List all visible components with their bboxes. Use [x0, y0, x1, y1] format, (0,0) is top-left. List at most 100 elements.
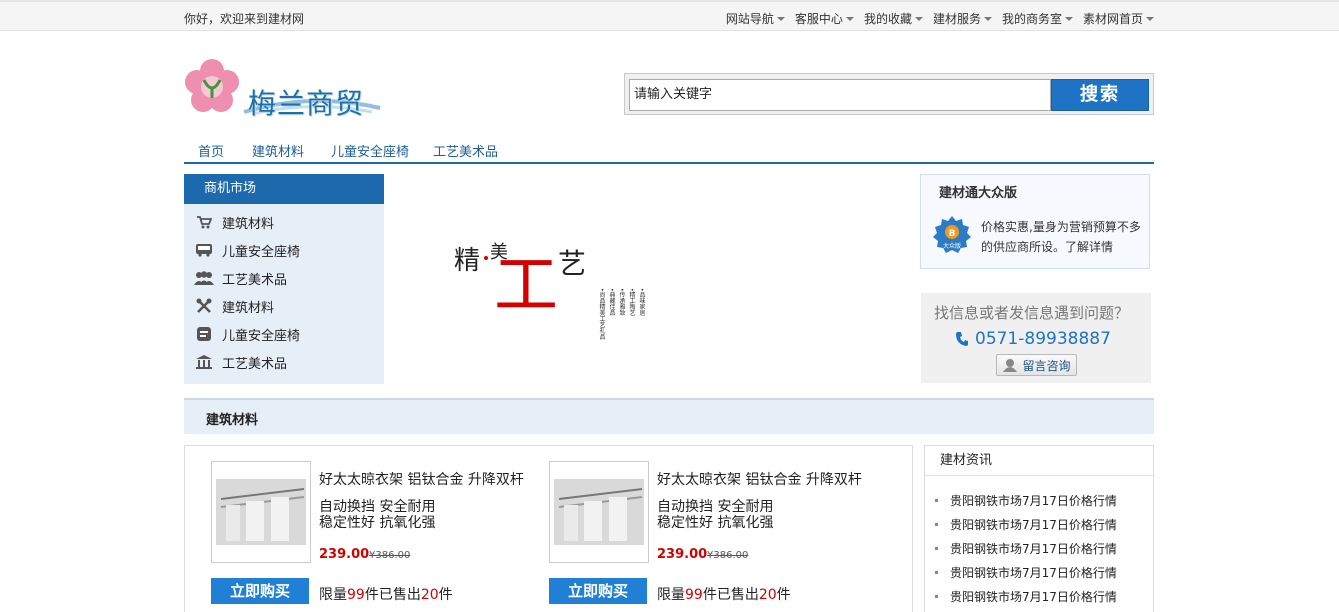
sidebar-item-building-materials[interactable]: 建筑材料 [184, 208, 384, 236]
product-old-price: ¥386.00 [707, 550, 749, 561]
section-title: 建筑材料 [206, 413, 259, 428]
nav-my-office[interactable]: 我的商务室 [1002, 10, 1073, 27]
product-limit: 限量99件已售出20件 [319, 587, 453, 603]
banner-dot [484, 256, 488, 260]
clothes-rack-image [216, 479, 306, 545]
clothes-rack-image [554, 479, 644, 545]
sidebar-item-crafts-2[interactable]: 工艺美术品 [184, 348, 384, 376]
contact-phone: 0571-89938887 [955, 329, 1111, 349]
news-item[interactable]: 贵阳钢铁市场7月17日价格行情 [935, 512, 1153, 536]
product-old-price: ¥386.00 [369, 550, 411, 561]
sidebar-item-label: 工艺美术品 [222, 272, 288, 288]
svg-text:B: B [949, 229, 956, 239]
promo-box: 建材通大众版 B 大众版 价格实惠,量身为营销预算不多的供应商所设。了解详情 [920, 174, 1150, 269]
news-item[interactable]: 贵阳钢铁市场7月17日价格行情 [935, 488, 1153, 512]
caret-down-icon [983, 16, 992, 21]
contact-box: 找信息或者发信息遇到问题？ 0571-89938887 留言咨询 [921, 293, 1151, 383]
product-name[interactable]: 好太太晾衣架 铝钛合金 升降双杆 [657, 469, 862, 489]
leave-message-button[interactable]: 留言咨询 [996, 354, 1077, 376]
product-features: 自动换挡 安全耐用 稳定性好 抗氧化强 [657, 499, 774, 531]
news-item[interactable]: 贵阳钢铁市场7月17日价格行情 [935, 560, 1153, 584]
news-item[interactable]: 贵阳钢铁市场7月17日价格行情 [935, 536, 1153, 560]
bullet-icon [935, 498, 938, 502]
hero-banner[interactable]: 精 美 工 艺 •尚品精美工艺礼品 •典藏佳品 •传承雅致 •精工陶艺 •品味家… [384, 174, 920, 384]
sidebar-item-child-seats-2[interactable]: 儿童安全座椅 [184, 320, 384, 348]
search-box: 请输入关键字 搜索 [624, 73, 1154, 115]
sidebar-item-label: 建筑材料 [222, 300, 275, 316]
caret-down-icon [914, 16, 923, 21]
section-header: 建筑材料 [184, 398, 1154, 434]
flower-logo-icon [185, 59, 239, 112]
bullet-icon [935, 570, 938, 574]
banner-char-big: 工 [494, 249, 558, 323]
caret-down-icon [776, 16, 785, 21]
nav-materials-service[interactable]: 建材服务 [933, 10, 992, 27]
product-limit: 限量99件已售出20件 [657, 587, 791, 603]
main-nav: 首页 建筑材料 儿童安全座椅 工艺美术品 [184, 136, 1154, 164]
badge-icon: B 大众版 [933, 216, 971, 253]
top-bar: 你好，欢迎来到建材网 网站导航 客服中心 我的收藏 建材服务 我的商务室 素材网… [0, 0, 1339, 31]
sidebar-item-crafts[interactable]: 工艺美术品 [184, 264, 384, 292]
banner-vertical-line: •典藏佳品 [608, 288, 615, 316]
nav-favorites[interactable]: 我的收藏 [864, 10, 923, 27]
banner-char-3: 艺 [558, 247, 587, 280]
banner-vertical-line: •品味家居 [638, 288, 645, 316]
sidebar-item-building-materials-2[interactable]: 建筑材料 [184, 292, 384, 320]
nav-material-home[interactable]: 素材网首页 [1083, 10, 1154, 27]
sidebar-item-label: 儿童安全座椅 [222, 244, 301, 260]
sidebar-item-label: 工艺美术品 [222, 356, 288, 372]
users-icon [194, 270, 214, 286]
caret-down-icon [845, 16, 854, 21]
caret-down-icon [1064, 16, 1073, 21]
main-nav-crafts[interactable]: 工艺美术品 [433, 141, 498, 160]
cart-icon [194, 214, 214, 230]
contact-question: 找信息或者发信息遇到问题？ [934, 304, 1130, 322]
banner-vertical-line: •尚品精美工艺礼品 [598, 288, 605, 340]
buy-now-button[interactable]: 立即购买 [549, 578, 647, 604]
welcome-text: 你好，欢迎来到建材网 [184, 12, 305, 26]
product-image[interactable] [211, 461, 311, 563]
sidebar-item-child-seats[interactable]: 儿童安全座椅 [184, 236, 384, 264]
product-card[interactable]: 好太太晾衣架 铝钛合金 升降双杆 自动换挡 安全耐用 稳定性好 抗氧化强 239… [211, 461, 531, 611]
sidebar-title: 商机市场 [184, 174, 384, 204]
search-input[interactable]: 请输入关键字 [629, 79, 1051, 111]
product-price: 239.00 [319, 547, 370, 562]
banner-vertical-line: •传承雅致 [618, 288, 625, 316]
product-image[interactable] [549, 461, 649, 563]
banner-char-1: 精 [454, 246, 481, 276]
buy-now-button[interactable]: 立即购买 [211, 578, 309, 604]
banner-vertical-line: •精工陶艺 [628, 288, 635, 316]
news-panel: 建材资讯 贵阳钢铁市场7月17日价格行情 贵阳钢铁市场7月17日价格行情 贵阳钢… [924, 445, 1154, 612]
search-button[interactable]: 搜索 [1051, 79, 1149, 111]
product-price: 239.00 [657, 547, 708, 562]
svg-text:大众版: 大众版 [943, 242, 961, 250]
product-card[interactable]: 好太太晾衣架 铝钛合金 升降双杆 自动换挡 安全耐用 稳定性好 抗氧化强 239… [549, 461, 869, 611]
product-panel: 好太太晾衣架 铝钛合金 升降双杆 自动换挡 安全耐用 稳定性好 抗氧化强 239… [184, 445, 913, 612]
promo-text: 价格实惠,量身为营销预算不多的供应商所设。了解详情 [981, 220, 1141, 254]
sidebar-item-label: 建筑材料 [222, 216, 275, 232]
sidebar-item-label: 儿童安全座椅 [222, 328, 301, 344]
nav-service-center[interactable]: 客服中心 [795, 10, 854, 27]
bank-icon [194, 354, 214, 370]
product-name[interactable]: 好太太晾衣架 铝钛合金 升降双杆 [319, 469, 524, 489]
bullet-icon [935, 522, 938, 526]
phone-icon [956, 332, 968, 346]
tools-icon [194, 298, 214, 314]
chat-user-icon [1003, 359, 1018, 372]
caret-down-icon [1146, 16, 1154, 21]
banner-vertical-text: •尚品精美工艺礼品 •典藏佳品 •传承雅致 •精工陶艺 •品味家居 [598, 288, 788, 340]
main-nav-building-materials[interactable]: 建筑材料 [252, 141, 304, 160]
blog-icon [194, 326, 214, 342]
site-logo[interactable]: 梅兰商贸 [184, 56, 394, 126]
nav-site-guide[interactable]: 网站导航 [726, 10, 785, 27]
top-nav: 网站导航 客服中心 我的收藏 建材服务 我的商务室 素材网首页 [716, 10, 1154, 27]
main-nav-child-seats[interactable]: 儿童安全座椅 [331, 141, 409, 160]
bus-icon [194, 242, 214, 258]
product-features: 自动换挡 安全耐用 稳定性好 抗氧化强 [319, 499, 436, 531]
news-title: 建材资讯 [925, 446, 1153, 476]
main-nav-home[interactable]: 首页 [198, 141, 224, 160]
news-item[interactable]: 贵阳钢铁市场7月17日价格行情 [935, 584, 1153, 608]
promo-title: 建材通大众版 [939, 186, 1018, 201]
category-sidebar: 商机市场 建筑材料 儿童安全座椅 工艺美术品 建筑材料 儿童安全座椅 工艺美术品 [184, 174, 384, 384]
logo-text: 梅兰商贸 [248, 87, 365, 120]
